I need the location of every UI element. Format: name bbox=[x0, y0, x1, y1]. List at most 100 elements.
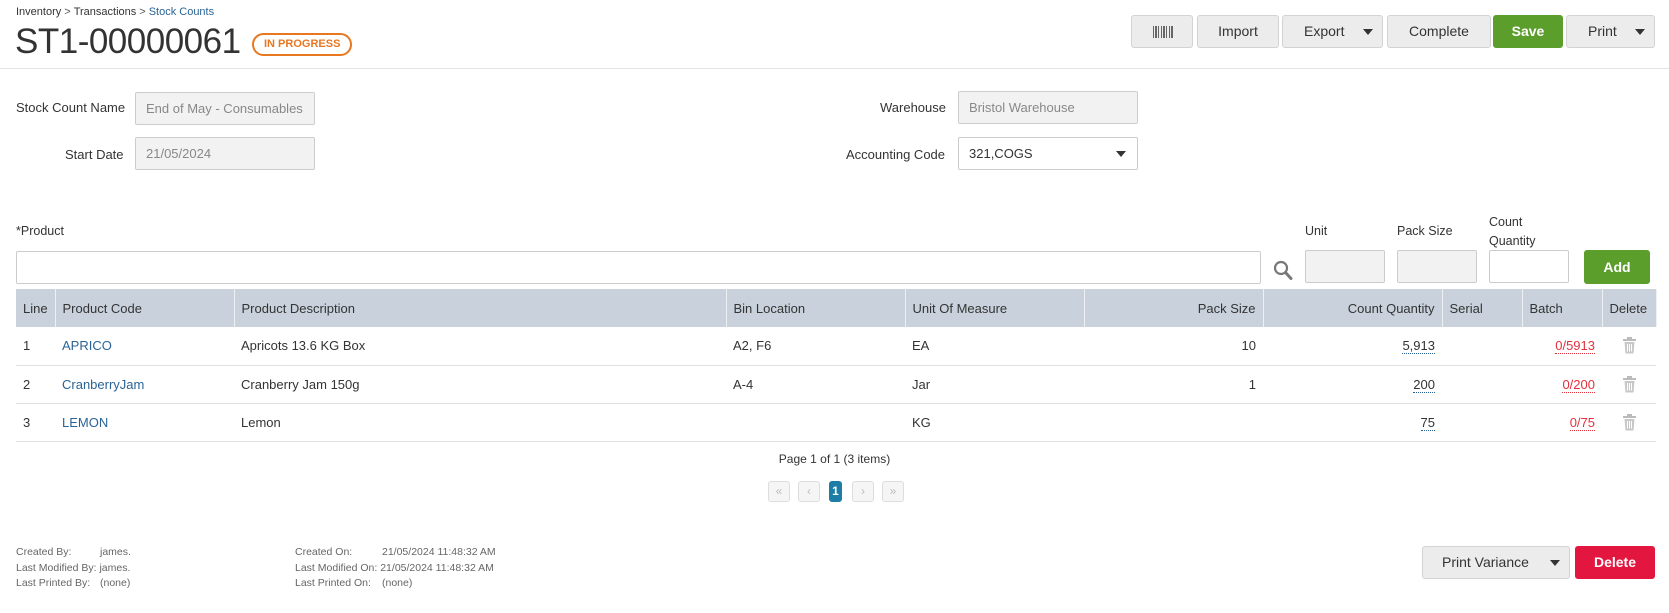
product-code-link[interactable]: APRICO bbox=[62, 338, 112, 353]
modified-on-value: 21/05/2024 11:48:32 AM bbox=[380, 561, 494, 574]
export-label: Export bbox=[1304, 23, 1345, 39]
complete-button[interactable]: Complete bbox=[1387, 15, 1491, 48]
unit-label: Unit bbox=[1305, 224, 1328, 238]
breadcrumb: Inventory > Transactions > Stock Counts bbox=[16, 6, 214, 18]
product-label: *Product bbox=[16, 224, 64, 238]
cell-bin-location bbox=[726, 403, 905, 442]
save-button[interactable]: Save bbox=[1493, 15, 1563, 48]
cell-bin-location: A2, F6 bbox=[726, 327, 905, 366]
search-icon[interactable] bbox=[1273, 259, 1293, 281]
cell-serial bbox=[1442, 327, 1522, 366]
column-header-delete: Delete bbox=[1602, 289, 1657, 327]
accounting-code-label: Accounting Code bbox=[846, 147, 946, 162]
pagination-prev-button[interactable]: ‹ bbox=[798, 481, 820, 502]
breadcrumb-stock-counts[interactable]: Stock Counts bbox=[149, 6, 214, 18]
batch-link[interactable]: 0/75 bbox=[1569, 414, 1595, 431]
start-date-field[interactable]: 21/05/2024 bbox=[135, 137, 315, 170]
cell-line: 2 bbox=[16, 365, 55, 404]
column-header-unit-of-measure[interactable]: Unit Of Measure bbox=[905, 289, 1085, 327]
breadcrumb-inventory[interactable]: Inventory bbox=[16, 6, 61, 18]
modified-by-label: Last Modified By: bbox=[16, 561, 97, 574]
column-header-serial[interactable]: Serial bbox=[1442, 289, 1523, 327]
cell-serial bbox=[1442, 365, 1522, 404]
cell-pack-size bbox=[1084, 403, 1263, 442]
cell-line: 1 bbox=[16, 327, 55, 366]
barcode-icon bbox=[1153, 26, 1173, 38]
count-quantity-editable[interactable]: 5,913 bbox=[1402, 338, 1435, 355]
trash-icon[interactable] bbox=[1622, 413, 1637, 431]
count-quantity-label-line2: Quantity bbox=[1489, 234, 1536, 248]
pack-size-input[interactable] bbox=[1397, 250, 1477, 283]
pack-size-label: Pack Size bbox=[1397, 224, 1453, 238]
pagination-info: Page 1 of 1 (3 items) bbox=[778, 452, 891, 466]
batch-link[interactable]: 0/5913 bbox=[1555, 338, 1595, 355]
cell-uom: Jar bbox=[905, 365, 1084, 404]
warehouse-field[interactable]: Bristol Warehouse bbox=[958, 91, 1138, 124]
column-header-batch[interactable]: Batch bbox=[1522, 289, 1603, 327]
modified-on-label: Last Modified On: bbox=[295, 561, 378, 574]
delete-button[interactable]: Delete bbox=[1575, 546, 1655, 579]
printed-by-label: Last Printed By: bbox=[16, 577, 91, 589]
cell-description: Apricots 13.6 KG Box bbox=[234, 327, 726, 366]
cell-uom: KG bbox=[905, 403, 1084, 442]
count-quantity-editable[interactable]: 200 bbox=[1413, 376, 1435, 393]
table-row: 3 LEMON Lemon KG 75 0/75 bbox=[16, 403, 1656, 442]
count-quantity-label-line1: Count bbox=[1489, 215, 1523, 229]
page-title: ST1-00000061 bbox=[15, 22, 241, 61]
created-by-value: james. bbox=[100, 546, 131, 558]
product-code-link[interactable]: LEMON bbox=[62, 415, 108, 430]
accounting-code-select[interactable]: 321,COGS bbox=[958, 137, 1138, 170]
printed-on-value: (none) bbox=[382, 577, 413, 589]
stock-count-name-label: Stock Count Name bbox=[16, 100, 126, 115]
batch-link[interactable]: 0/200 bbox=[1562, 376, 1595, 393]
barcode-button[interactable] bbox=[1131, 15, 1193, 48]
cell-uom: EA bbox=[905, 327, 1084, 366]
pagination-first-button[interactable]: « bbox=[768, 481, 790, 502]
product-code-link[interactable]: CranberryJam bbox=[62, 377, 144, 392]
import-button[interactable]: Import bbox=[1197, 15, 1279, 48]
created-by-label: Created By: bbox=[16, 546, 72, 558]
pagination-last-button[interactable]: » bbox=[882, 481, 904, 502]
audit-by-block: Created By: james. Last Modified By: jame… bbox=[16, 545, 131, 592]
cell-description: Lemon bbox=[234, 403, 726, 442]
print-variance-label: Print Variance bbox=[1442, 554, 1529, 570]
product-input[interactable] bbox=[16, 251, 1261, 284]
cell-description: Cranberry Jam 150g bbox=[234, 365, 726, 404]
status-badge: IN PROGRESS bbox=[252, 33, 353, 56]
print-button[interactable]: Print bbox=[1566, 15, 1655, 48]
column-header-pack-size[interactable]: Pack Size bbox=[1084, 289, 1264, 327]
grid-header-row: Line Product Code Product Description Bi… bbox=[16, 289, 1657, 327]
start-date-label: Start Date bbox=[65, 147, 124, 162]
printed-by-value: (none) bbox=[100, 577, 131, 589]
trash-icon[interactable] bbox=[1622, 375, 1637, 393]
accounting-code-value: 321,COGS bbox=[969, 146, 1033, 161]
print-label: Print bbox=[1588, 23, 1617, 39]
chevron-down-icon bbox=[1635, 29, 1645, 35]
cell-pack-size: 1 bbox=[1084, 365, 1263, 404]
column-header-product-description[interactable]: Product Description bbox=[234, 289, 727, 327]
column-header-line[interactable]: Line bbox=[16, 289, 56, 327]
export-button[interactable]: Export bbox=[1282, 15, 1383, 48]
column-header-count-quantity[interactable]: Count Quantity bbox=[1263, 289, 1443, 327]
trash-icon[interactable] bbox=[1622, 337, 1637, 354]
column-header-product-code[interactable]: Product Code bbox=[55, 289, 235, 327]
modified-by-value: james. bbox=[99, 561, 131, 574]
print-variance-button[interactable]: Print Variance bbox=[1422, 546, 1570, 579]
breadcrumb-separator: > bbox=[139, 6, 146, 18]
stock-count-name-field[interactable]: End of May - Consumables bbox=[135, 92, 315, 125]
cell-bin-location: A-4 bbox=[726, 365, 905, 404]
printed-on-label: Last Printed On: bbox=[295, 577, 371, 589]
pagination-page-1[interactable]: 1 bbox=[829, 481, 842, 502]
count-quantity-input[interactable] bbox=[1489, 250, 1569, 283]
created-on-value: 21/05/2024 11:48:32 AM bbox=[382, 546, 496, 558]
pagination-next-button[interactable]: › bbox=[852, 481, 874, 502]
add-button[interactable]: Add bbox=[1584, 250, 1650, 284]
unit-input[interactable] bbox=[1305, 250, 1385, 283]
chevron-down-icon bbox=[1116, 151, 1126, 157]
created-on-label: Created On: bbox=[295, 546, 353, 558]
column-header-bin-location[interactable]: Bin Location bbox=[726, 289, 906, 327]
breadcrumb-transactions[interactable]: Transactions bbox=[74, 6, 137, 18]
page-header: Inventory > Transactions > Stock Counts ST1-… bbox=[0, 0, 1669, 69]
count-quantity-editable[interactable]: 75 bbox=[1420, 414, 1435, 431]
audit-on-block: Created On: 21/05/2024 11:48:32 AM Last M… bbox=[295, 545, 496, 592]
